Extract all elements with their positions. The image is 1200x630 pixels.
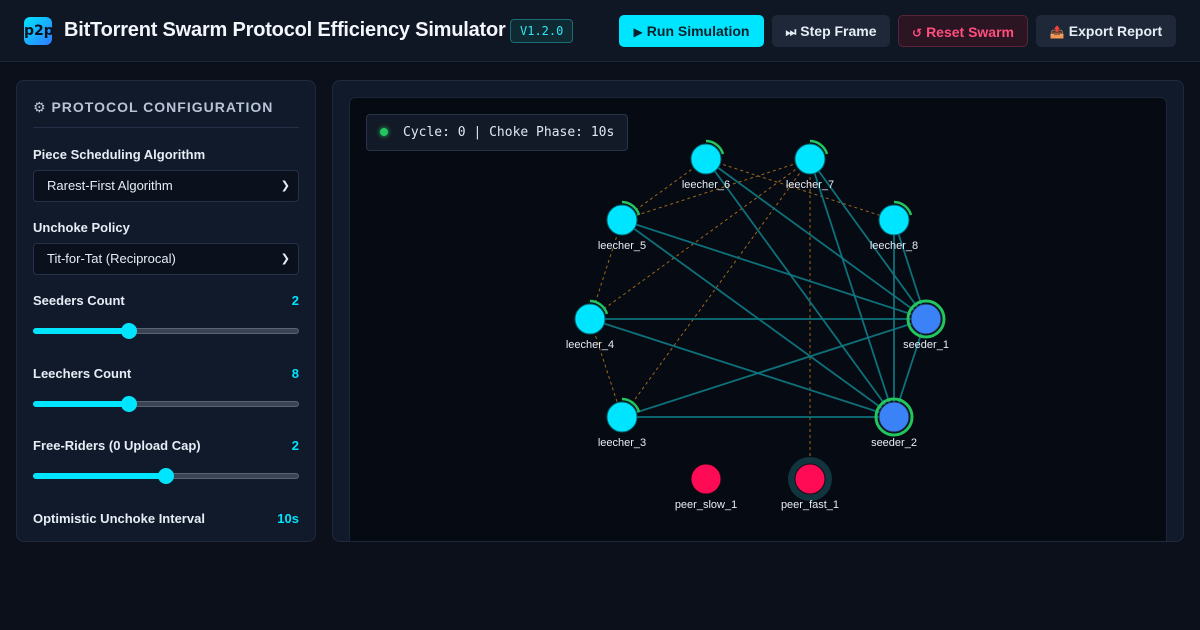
seeder-node-circle: [878, 401, 910, 433]
panel-title: ⚙ PROTOCOL CONFIGURATION: [33, 99, 274, 115]
seeders-count-label: Seeders Count: [33, 293, 125, 308]
reset-icon: ↺: [912, 26, 923, 40]
export-icon: 📤: [1049, 25, 1065, 39]
link-layer: [589, 158, 927, 479]
active-link: [893, 219, 927, 320]
slider-fill: [33, 473, 166, 479]
swarm-graph: leecher_6 leecher_7 leecher_5 leecher_8leec…: [566, 139, 949, 511]
run-simulation-button[interactable]: ▶ Run Simulation: [619, 15, 764, 47]
cycle-status-text: Cycle: 0 | Choke Phase: 10s: [403, 125, 615, 140]
slider-thumb[interactable]: [121, 396, 137, 412]
step-forward-icon: ⏭: [785, 25, 797, 39]
leecher-node-circle: [606, 401, 638, 433]
export-report-button[interactable]: 📤 Export Report: [1036, 15, 1176, 47]
optimistic-unchoke-slider[interactable]: [33, 541, 299, 542]
protocol-config-panel: ⚙ PROTOCOL CONFIGURATION Piece Schedulin…: [16, 80, 316, 542]
chevron-down-icon: ❯: [280, 253, 290, 265]
seeder-node-circle: [910, 303, 942, 335]
node-label: leecher_7: [786, 179, 834, 191]
node-label: leecher_8: [870, 240, 918, 252]
peer-node-leecher-6[interactable]: leecher_6: [682, 139, 730, 191]
piece-scheduling-value: Rarest-First Algorithm: [47, 178, 173, 193]
peer-node-leecher-7[interactable]: leecher_7: [786, 139, 834, 191]
leecher-node-circle: [606, 204, 638, 236]
peer-node-peer-slow-1[interactable]: peer_slow_1: [675, 463, 737, 511]
slider-thumb[interactable]: [119, 541, 135, 542]
free-riders-value: 2: [291, 438, 299, 453]
peer-node-leecher-3[interactable]: leecher_3: [598, 397, 646, 449]
p2p-logo: p2p: [24, 17, 54, 45]
peer-node-seeder-1[interactable]: seeder_1: [903, 299, 949, 351]
active-link: [589, 318, 895, 418]
leecher-node-circle: [878, 204, 910, 236]
node-label: peer_fast_1: [781, 499, 839, 511]
node-label: seeder_2: [871, 437, 917, 449]
leecher-node-circle: [690, 143, 722, 175]
seeders-slider[interactable]: [33, 323, 299, 339]
reset-swarm-label: Reset Swarm: [926, 24, 1014, 40]
swarm-canvas[interactable]: leecher_6 leecher_7 leecher_5 leecher_8leec…: [349, 97, 1167, 541]
active-link: [809, 158, 895, 418]
unchoke-policy-label: Unchoke Policy: [33, 220, 130, 235]
version-badge: V1.2.0: [510, 19, 574, 43]
slider-fill: [33, 328, 129, 334]
slider-thumb[interactable]: [158, 468, 174, 484]
active-link: [705, 158, 895, 418]
chevron-down-icon: ❯: [280, 180, 290, 192]
leechers-slider[interactable]: [33, 396, 299, 412]
step-frame-button[interactable]: ⏭ Step Frame: [772, 15, 890, 47]
run-simulation-label: Run Simulation: [646, 23, 750, 39]
peer-node-seeder-2[interactable]: seeder_2: [871, 397, 917, 449]
seeders-count-value: 2: [291, 293, 299, 308]
free-riders-label: Free-Riders (0 Upload Cap): [33, 438, 201, 453]
node-label: leecher_5: [598, 240, 646, 252]
peer-node-leecher-4[interactable]: leecher_4: [566, 299, 614, 351]
reset-swarm-button[interactable]: ↺ Reset Swarm: [898, 15, 1028, 47]
step-frame-label: Step Frame: [800, 23, 877, 39]
slider-fill: [33, 401, 129, 407]
peer-node-peer-fast-1[interactable]: peer_fast_1: [781, 457, 839, 511]
node-label: leecher_4: [566, 339, 614, 351]
free-rider-node-circle: [690, 463, 722, 495]
active-link: [621, 318, 927, 418]
leecher-node-circle: [794, 143, 826, 175]
unchoke-policy-select[interactable]: Tit-for-Tat (Reciprocal) ❯: [33, 243, 299, 275]
optimistic-link: [589, 219, 623, 320]
node-label: peer_slow_1: [675, 499, 737, 511]
piece-scheduling-select[interactable]: Rarest-First Algorithm ❯: [33, 170, 299, 202]
unchoke-policy-value: Tit-for-Tat (Reciprocal): [47, 251, 176, 266]
panel-divider: [33, 127, 299, 128]
optimistic-unchoke-value: 10s: [277, 511, 299, 526]
slider-thumb[interactable]: [121, 323, 137, 339]
play-icon: ▶: [633, 25, 643, 39]
optimistic-unchoke-label: Optimistic Unchoke Interval: [33, 511, 205, 526]
status-dot-icon: [380, 128, 388, 136]
piece-scheduling-label: Piece Scheduling Algorithm: [33, 147, 206, 162]
node-label: leecher_3: [598, 437, 646, 449]
leechers-count-label: Leechers Count: [33, 366, 132, 381]
node-label: seeder_1: [903, 339, 949, 351]
cycle-status: Cycle: 0 | Choke Phase: 10s: [366, 114, 629, 151]
node-label: leecher_6: [682, 179, 730, 191]
leecher-node-circle: [574, 303, 606, 335]
free-rider-node-circle: [794, 463, 826, 495]
active-link: [621, 219, 927, 320]
peer-node-leecher-5[interactable]: leecher_5: [598, 200, 646, 252]
export-report-label: Export Report: [1068, 23, 1163, 39]
leechers-count-value: 8: [291, 366, 299, 381]
free-riders-slider[interactable]: [33, 468, 299, 484]
app-header: p2p BitTorrent Swarm Protocol Efficiency…: [0, 0, 1200, 62]
peer-node-leecher-8[interactable]: leecher_8: [870, 200, 918, 252]
simulation-panel: leecher_6 leecher_7 leecher_5 leecher_8leec…: [332, 80, 1184, 542]
page-title: BitTorrent Swarm Protocol Efficiency Sim…: [64, 19, 506, 41]
